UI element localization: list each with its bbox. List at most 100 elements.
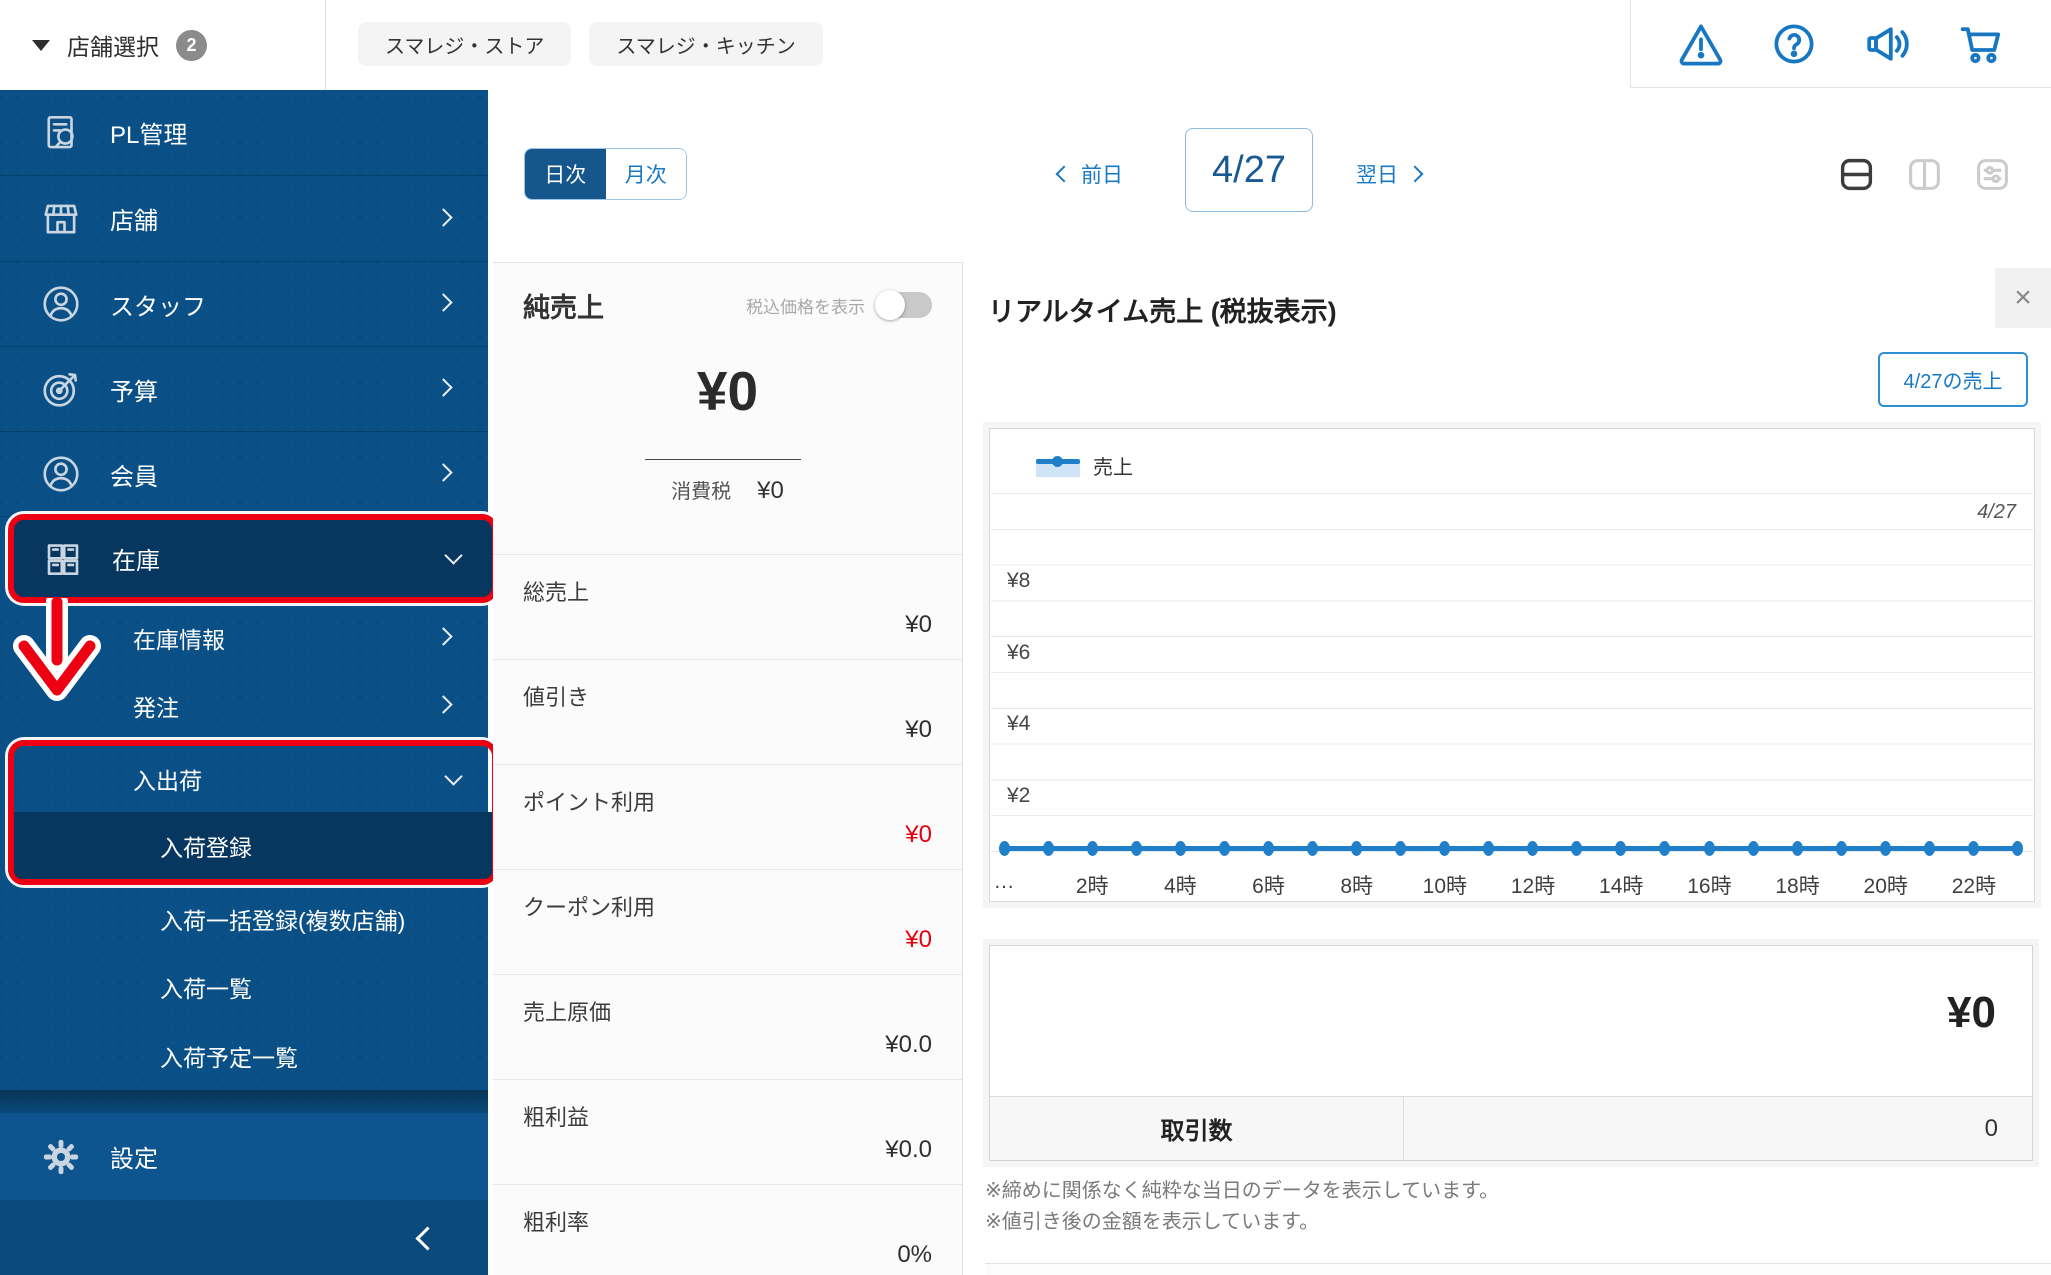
x-axis-tick: 8時 [1340, 875, 1374, 898]
sidebar-item-in-out-shipping[interactable]: 入出荷 [14, 746, 492, 812]
sidebar-item-label: 予算 [110, 378, 158, 406]
stat-label: 粗利率 [523, 1210, 590, 1235]
chevron-down-icon [444, 545, 463, 565]
stat-label: 総売上 [523, 580, 590, 605]
split-vertical-icon[interactable] [1906, 156, 1943, 193]
date-picker[interactable]: 4/27 [1185, 128, 1313, 212]
store-tab-kitchen[interactable]: スマレジ・キッチン [589, 22, 823, 66]
annotation-arrow [13, 598, 101, 701]
sidebar-item-bulk-receiving[interactable]: 入荷一括登録(複数店舗) [0, 885, 488, 952]
prev-day-button[interactable]: 前日 [1055, 150, 1123, 198]
stat-label: 売上原価 [523, 1000, 612, 1025]
close-button[interactable]: × [1995, 268, 2051, 328]
stat-row: 値引き ¥0 [493, 659, 962, 764]
next-section-edge [985, 1263, 2051, 1275]
sidebar-item-receiving-schedule[interactable]: 入荷予定一覧 [0, 1022, 488, 1090]
prev-day-label: 前日 [1081, 164, 1123, 187]
x-axis-tick: 14時 [1599, 875, 1644, 898]
stat-value: ¥0 [905, 611, 932, 638]
topbar-icon-group [1630, 0, 2051, 88]
store-select-dropdown[interactable]: 店舗選択 2 [0, 0, 326, 90]
chart-data-point [1835, 840, 1847, 856]
chevron-right-icon [434, 695, 453, 714]
x-axis-tick: 18時 [1775, 875, 1820, 898]
tab-daily[interactable]: 日次 [525, 149, 606, 199]
chart-data-point [1043, 840, 1055, 856]
x-axis-tick: 12時 [1510, 875, 1556, 898]
store-icon [40, 198, 82, 240]
sidebar-item-label: 入出荷 [133, 768, 202, 794]
x-axis-tick: 4時 [1164, 875, 1197, 898]
stat-value: ¥0 [905, 926, 932, 953]
tax-value: ¥0 [757, 477, 784, 504]
chart-data-point [1439, 840, 1451, 856]
cart-icon[interactable] [1957, 20, 2005, 68]
x-axis-tick: 16時 [1687, 875, 1732, 898]
chart-data-point [999, 840, 1010, 856]
x-axis-tick: 22時 [1951, 875, 1997, 898]
chart-data-points [999, 840, 2023, 856]
chart-data-point [1219, 840, 1231, 856]
sidebar-item-receiving-list[interactable]: 入荷一覧 [0, 952, 488, 1022]
stock-icon [42, 538, 84, 580]
sidebar-item-budget[interactable]: 予算 [0, 347, 488, 432]
staff-icon [40, 283, 82, 325]
chart-data-point [1131, 840, 1143, 856]
tax-include-toggle[interactable] [875, 290, 932, 320]
net-sales-value: ¥0 [696, 360, 759, 422]
x-axis-ticks: … 2時 4時 6時 8時 10時 12時 14時 16時 18時 20時 22時 [994, 866, 2018, 900]
footnote-line: ※締めに関係なく純粋な当日のデータを表示しています。 [985, 1180, 1500, 1202]
stat-value: ¥0.0 [885, 1136, 932, 1163]
sidebar-item-pl-management[interactable]: PL管理 [0, 90, 488, 176]
display-settings-icon[interactable] [1974, 156, 2011, 193]
sidebar-item-members[interactable]: 会員 [0, 432, 488, 517]
stat-label: ポイント利用 [523, 790, 656, 815]
tab-monthly[interactable]: 月次 [605, 149, 686, 199]
stat-row: クーポン利用 ¥0 [493, 869, 962, 974]
chart-data-point [1307, 840, 1319, 856]
stat-label: クーポン利用 [523, 895, 656, 920]
store-tab-store[interactable]: スマレジ・ストア [358, 22, 572, 66]
sidebar-item-label: 入荷一覧 [160, 976, 252, 1002]
sidebar-item-label: 入荷一括登録(複数店舗) [160, 907, 406, 934]
split-horizontal-icon[interactable] [1838, 156, 1875, 193]
legend-item-sales[interactable]: 売上 [1036, 451, 1133, 480]
net-sales-panel: 純売上 税込価格を表示 ¥0 消費税 ¥0 総売上 ¥0 値引き ¥0 ポイント… [493, 262, 963, 1275]
stat-row: 粗利率 0% [493, 1184, 962, 1275]
transactions-row: 取引数 0 [990, 1096, 2032, 1160]
y-axis-tick: ¥6 [1007, 641, 1031, 664]
chart-gridlines [991, 493, 2033, 853]
next-day-button[interactable]: 翌日 [1356, 150, 1424, 198]
sidebar-item-label: 発注 [133, 695, 179, 721]
chevron-right-icon [434, 463, 453, 482]
help-icon[interactable] [1770, 20, 1818, 68]
annotation-highlight-stock[interactable]: 在庫 [8, 514, 498, 603]
sidebar-item-store[interactable]: 店舗 [0, 176, 488, 262]
chevron-left-icon [1055, 165, 1073, 183]
chart-data-point [1703, 840, 1715, 856]
store-select-label: 店舗選択 [67, 34, 159, 60]
sidebar-item-label: スタッフ [110, 293, 206, 321]
stat-row: ポイント利用 ¥0 [493, 764, 962, 869]
stat-label: 粗利益 [523, 1105, 590, 1130]
topbar: 店舗選択 2 スマレジ・ストア スマレジ・キッチン [0, 0, 2051, 90]
next-day-label: 翌日 [1356, 164, 1398, 187]
realtime-title: リアルタイム売上 (税抜表示) [988, 297, 1337, 327]
sidebar-item-settings[interactable]: 設定 [0, 1113, 488, 1200]
chart-data-point [1615, 840, 1627, 856]
sidebar-item-staff[interactable]: スタッフ [0, 262, 488, 347]
chevron-right-icon [434, 378, 453, 397]
sidebar-item-label: 会員 [110, 463, 158, 491]
day-sales-button[interactable]: 4/27の売上 [1878, 352, 2028, 407]
alert-icon[interactable] [1677, 20, 1725, 68]
y-axis-tick: ¥8 [1007, 569, 1031, 592]
sidebar-item-receiving-register[interactable]: 入荷登録 [14, 812, 492, 879]
x-axis-tick: 20時 [1863, 875, 1908, 898]
target-icon [40, 368, 82, 410]
chart-data-point [1879, 840, 1891, 856]
panel-title: 純売上 [523, 292, 604, 323]
megaphone-icon[interactable] [1864, 20, 1912, 68]
chart-data-point [1967, 840, 1979, 856]
stat-row: 粗利益 ¥0.0 [493, 1079, 962, 1184]
chart-data-point [1263, 840, 1275, 856]
